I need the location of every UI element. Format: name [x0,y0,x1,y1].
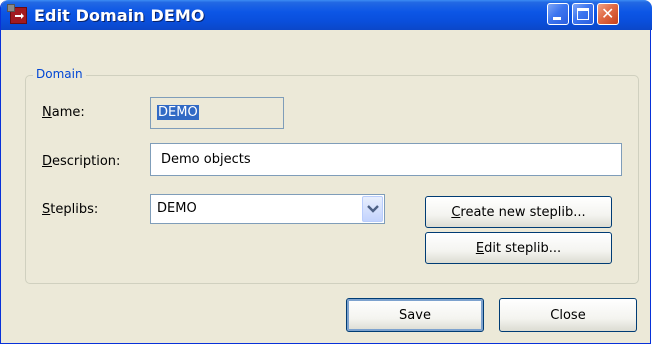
steplibs-dropdown-button[interactable] [362,196,383,222]
save-button[interactable]: Save [346,298,484,332]
maximize-button[interactable] [572,3,594,25]
description-label: Description: [42,154,121,169]
app-icon[interactable] [7,4,27,24]
name-value: DEMO [157,105,199,120]
group-legend: Domain [33,67,86,81]
close-window-button[interactable]: ✕ [597,3,619,25]
minimize-icon [553,17,561,20]
title-bar[interactable]: Edit Domain DEMO ✕ [1,0,652,30]
description-value: Demo objects [161,152,251,167]
name-label: Name: [42,105,85,120]
name-field[interactable]: DEMO [150,97,284,129]
edit-steplib-button[interactable]: Edit steplib... [425,232,612,264]
edit-domain-dialog: Edit Domain DEMO ✕ Domain Name: DEMO Des… [0,0,652,344]
create-new-steplib-button[interactable]: Create new steplib... [425,196,612,228]
close-icon: ✕ [601,4,615,23]
minimize-button[interactable] [547,3,569,25]
close-button[interactable]: Close [499,298,637,332]
steplibs-selected-value: DEMO [157,201,197,216]
description-input[interactable]: Demo objects [150,143,622,176]
steplibs-select[interactable]: DEMO [150,194,385,224]
maximize-icon [577,8,589,20]
steplibs-label: Steplibs: [42,202,99,217]
chevron-down-icon [367,205,379,213]
window-title: Edit Domain DEMO [34,6,205,25]
